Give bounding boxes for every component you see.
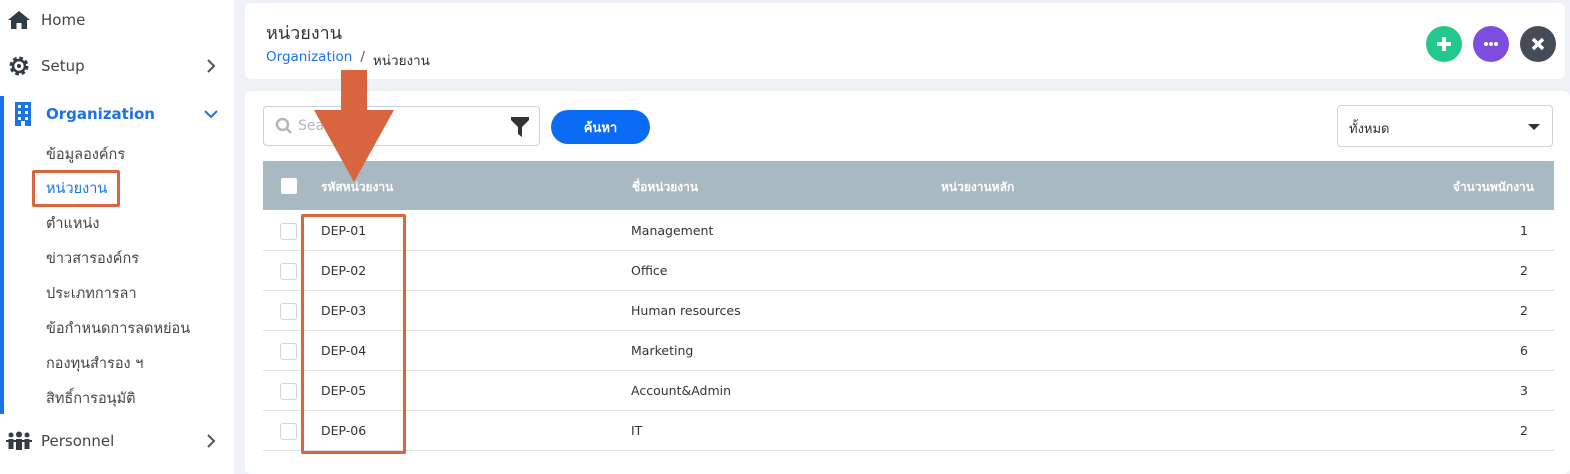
row-checkbox[interactable] — [280, 383, 297, 400]
table-row[interactable]: DEP-05 Account&Admin 3 — [263, 371, 1554, 411]
table-header: รหัสหน่วยงาน ชื่อหน่วยงาน หน่วยงานหลัก จ… — [263, 161, 1554, 210]
row-checkbox[interactable] — [280, 303, 297, 320]
table-row[interactable]: DEP-01 Management 1 — [263, 211, 1554, 251]
close-icon — [1531, 37, 1545, 51]
sidebar-item-personnel[interactable]: Personnel — [0, 423, 234, 459]
plus-icon — [1437, 37, 1451, 51]
annotation-highlight-box — [32, 170, 120, 207]
row-checkbox[interactable] — [280, 423, 297, 440]
more-options-button[interactable] — [1473, 26, 1509, 62]
home-icon — [6, 7, 32, 33]
sidebar-subitem-deductions[interactable]: ข้อกำหนดการลดหย่อน — [46, 318, 190, 340]
cell-count: 3 — [1520, 383, 1528, 398]
search-icon — [275, 117, 292, 134]
chevron-right-icon — [207, 434, 216, 448]
sidebar-item-setup[interactable]: Setup — [0, 48, 234, 84]
cell-name: Human resources — [631, 303, 741, 318]
cell-count: 2 — [1520, 263, 1528, 278]
row-checkbox[interactable] — [280, 223, 297, 240]
row-checkbox[interactable] — [280, 343, 297, 360]
main-panel: ค้นหา ทั้งหมด รหัสหน่วยงาน ชื่อหน่วยงาน … — [245, 91, 1570, 474]
sidebar-subitem-org-info[interactable]: ข้อมูลองค์กร — [46, 144, 125, 166]
cell-count: 1 — [1520, 223, 1528, 238]
cell-count: 2 — [1520, 423, 1528, 438]
cell-name: Marketing — [631, 343, 694, 358]
cell-name: IT — [631, 423, 643, 438]
sidebar-item-label: Personnel — [41, 432, 115, 450]
row-checkbox[interactable] — [280, 263, 297, 280]
page-title: หน่วยงาน — [266, 23, 343, 44]
breadcrumb-separator: / — [360, 49, 365, 65]
table-row[interactable]: DEP-06 IT 2 — [263, 411, 1554, 451]
annotation-arrow-icon — [314, 70, 394, 182]
building-icon — [10, 101, 36, 127]
breadcrumb: Organization / หน่วยงาน — [266, 49, 430, 71]
breadcrumb-link[interactable]: Organization — [266, 49, 352, 71]
column-header-name[interactable]: ชื่อหน่วยงาน — [632, 178, 698, 197]
cell-name: Office — [631, 263, 668, 278]
column-header-parent[interactable]: หน่วยงานหลัก — [941, 178, 1014, 197]
people-icon — [6, 428, 32, 454]
sidebar-item-home[interactable]: Home — [0, 2, 234, 38]
cell-count: 6 — [1520, 343, 1528, 358]
sidebar-subitem-positions[interactable]: ตำแหน่ง — [46, 213, 99, 235]
breadcrumb-current: หน่วยงาน — [372, 53, 430, 69]
sidebar-item-label: Setup — [41, 57, 85, 75]
sidebar-subitem-leave-types[interactable]: ประเภทการลา — [46, 283, 137, 305]
annotation-highlight-box — [301, 214, 406, 454]
more-dots-icon — [1484, 42, 1498, 46]
column-header-count[interactable]: จำนวนพนักงาน — [1453, 178, 1534, 197]
table-row[interactable]: DEP-04 Marketing 6 — [263, 331, 1554, 371]
caret-down-icon — [1528, 124, 1540, 130]
sidebar: Home Setup Organization ข้อมูลองค์กร หน่… — [0, 0, 234, 474]
select-all-checkbox[interactable] — [281, 178, 297, 194]
sidebar-item-label: Organization — [46, 105, 155, 123]
cell-count: 2 — [1520, 303, 1528, 318]
status-filter-select[interactable]: ทั้งหมด — [1337, 105, 1553, 147]
search-box — [263, 106, 540, 146]
close-button[interactable] — [1520, 26, 1556, 62]
filter-icon[interactable] — [510, 116, 530, 138]
chevron-right-icon — [207, 59, 216, 73]
sidebar-subitem-provident-fund[interactable]: กองทุนสำรอง ฯ — [46, 353, 143, 375]
add-button[interactable] — [1426, 26, 1462, 62]
select-value: ทั้งหมด — [1349, 122, 1390, 137]
sidebar-item-label: Home — [41, 11, 86, 29]
cell-name: Management — [631, 223, 714, 238]
active-section-indicator — [0, 96, 4, 414]
search-button[interactable]: ค้นหา — [551, 110, 650, 144]
table-row[interactable]: DEP-03 Human resources 2 — [263, 291, 1554, 331]
table-row[interactable]: DEP-02 Office 2 — [263, 251, 1554, 291]
sidebar-subitem-approval-rights[interactable]: สิทธิ์การอนุมัติ — [46, 388, 136, 410]
cell-name: Account&Admin — [631, 383, 732, 398]
page-header: หน่วยงาน Organization / หน่วยงาน — [245, 3, 1565, 79]
gear-icon — [6, 53, 32, 79]
sidebar-subitem-news[interactable]: ข่าวสารองค์กร — [46, 248, 139, 270]
sidebar-item-organization[interactable]: Organization — [0, 96, 234, 132]
chevron-down-icon — [204, 110, 218, 119]
